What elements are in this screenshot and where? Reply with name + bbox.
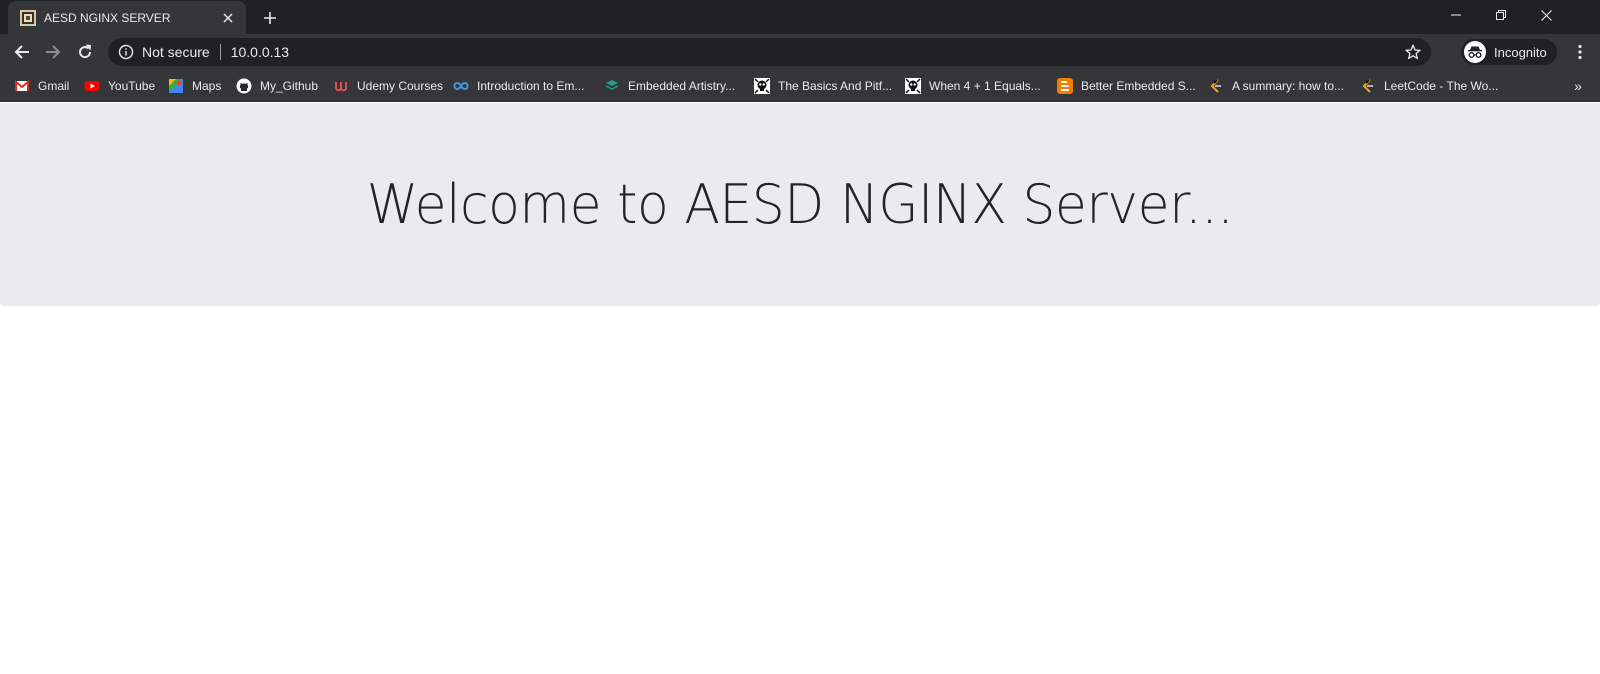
incognito-icon [1464,41,1486,63]
bookmark-maps[interactable]: Maps [168,70,221,102]
tab-active[interactable]: AESD NGINX SERVER [8,1,246,34]
skull-icon [754,78,770,94]
forward-button[interactable] [39,38,67,66]
bookmark-label: Maps [192,79,222,93]
forward-arrow-icon [46,45,61,59]
close-icon[interactable] [218,8,238,28]
back-arrow-icon [14,45,29,59]
bookmark-label: Udemy Courses [357,79,444,93]
close-window-button[interactable] [1523,0,1569,30]
bookmark-4-plus-1[interactable]: When 4 + 1 Equals... [905,70,1041,102]
bookmarks-bar: Gmail YouTube Maps My_Github Udemy Cours… [0,70,1600,102]
page-content: Welcome to AESD NGINX Server... [0,103,1600,674]
profile-incognito-button[interactable]: Incognito [1461,39,1557,65]
reload-icon [79,44,92,59]
back-button[interactable] [8,38,36,66]
new-tab-button[interactable] [256,6,284,30]
page-title: Welcome to AESD NGINX Server... [366,173,1234,236]
bookmark-label: YouTube [108,79,156,93]
leetcode-icon [1362,79,1373,93]
tab-title: AESD NGINX SERVER [44,10,171,25]
bookmark-embedded-artistry[interactable]: Embedded Artistry... [604,70,735,102]
restore-icon [1496,10,1506,20]
gmail-icon [14,80,30,91]
toolbar: Not secure 10.0.0.13 Incognito [0,34,1600,70]
infinity-icon [453,82,469,90]
leetcode-icon [1210,79,1221,93]
jumbotron: Welcome to AESD NGINX Server... [0,103,1600,306]
bookmark-udemy[interactable]: Udemy Courses [333,70,443,102]
bookmark-github[interactable]: My_Github [236,70,318,102]
maps-icon [169,79,183,93]
restore-button[interactable] [1478,0,1524,30]
omnibox-divider [219,44,221,60]
bookmark-youtube[interactable]: YouTube [84,70,155,102]
minimize-icon [1451,14,1461,16]
minimize-button[interactable] [1433,0,1479,30]
bookmark-label: Better Embedded S... [1081,79,1196,93]
skull-icon [905,78,921,94]
youtube-icon [84,81,100,91]
address-bar[interactable]: Not secure 10.0.0.13 [108,38,1431,66]
bookmark-label: When 4 + 1 Equals... [929,79,1041,93]
embedded-artistry-icon [605,80,619,90]
site-favicon-icon [20,9,36,26]
browser-menu-button[interactable] [1568,40,1592,64]
bookmark-summary[interactable]: A summary: how to... [1208,70,1344,102]
reload-button[interactable] [71,38,99,66]
github-icon [236,78,252,94]
bookmark-intro-embedded[interactable]: Introduction to Em... [453,70,584,102]
bookmark-label: LeetCode - The Wo... [1384,79,1499,93]
bookmark-star-icon[interactable] [1405,44,1421,60]
tab-strip: AESD NGINX SERVER [0,0,1600,34]
info-icon[interactable] [118,44,134,60]
url-text[interactable]: 10.0.0.13 [231,44,289,60]
bookmark-gmail[interactable]: Gmail [14,70,69,102]
bookmarks-overflow-chevron-icon[interactable]: » [1568,76,1588,96]
bookmark-label: Embedded Artistry... [628,79,736,93]
bookmark-leetcode[interactable]: LeetCode - The Wo... [1360,70,1498,102]
security-status-label[interactable]: Not secure [142,44,210,60]
bookmark-better-embedded[interactable]: Better Embedded S... [1057,70,1196,102]
bookmark-label: The Basics And Pitf... [778,79,893,93]
udemy-icon [335,82,347,92]
bookmark-label: A summary: how to... [1232,79,1345,93]
bookmark-basics-pitfalls[interactable]: The Basics And Pitf... [754,70,892,102]
bookmark-label: My_Github [260,79,319,93]
bookmark-label: Introduction to Em... [477,79,585,93]
plus-icon [264,12,276,24]
kebab-menu-icon [1578,44,1582,60]
close-window-icon [1540,9,1552,21]
blogger-icon [1057,78,1073,94]
bookmark-label: Gmail [38,79,70,93]
profile-label: Incognito [1494,44,1547,60]
